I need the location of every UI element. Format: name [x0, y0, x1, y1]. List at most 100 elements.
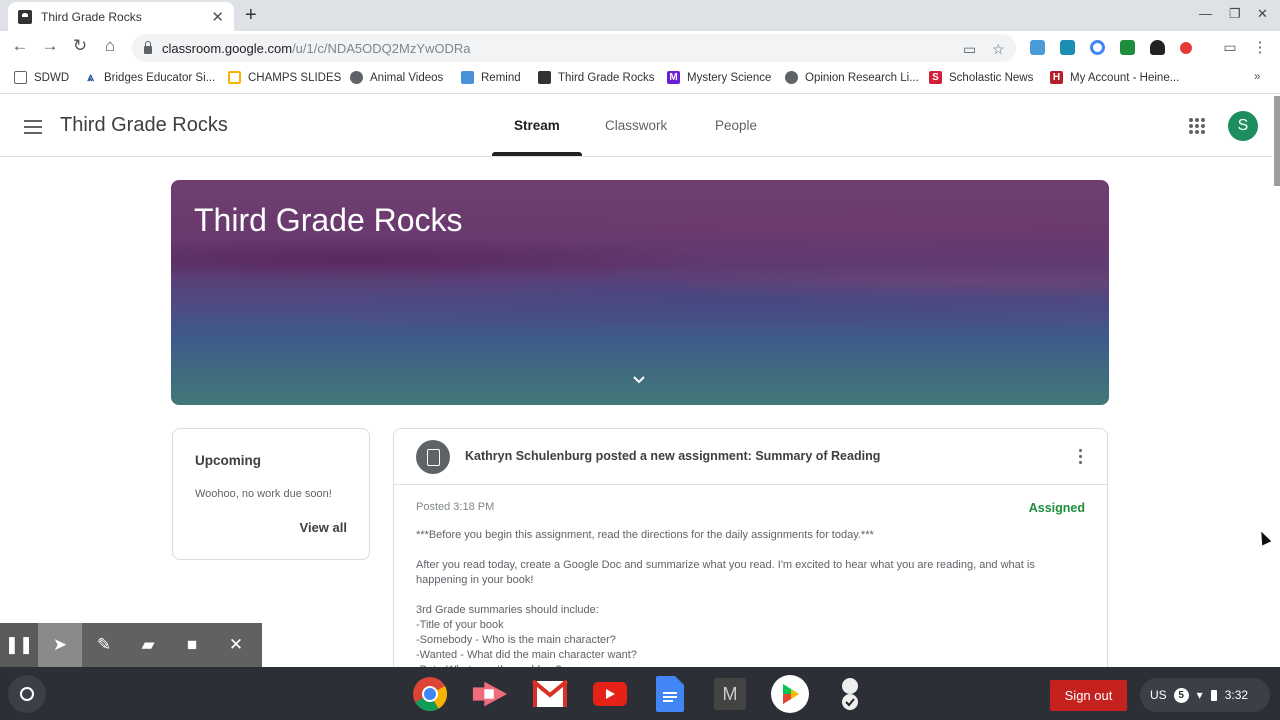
youtube-app-icon[interactable] — [591, 675, 629, 713]
play-store-app-icon[interactable] — [771, 675, 809, 713]
classroom-favicon-icon — [18, 9, 32, 24]
battery-icon — [1210, 689, 1217, 701]
extension-screencastify-icon[interactable] — [1060, 40, 1075, 55]
wifi-icon: ▾ — [1196, 688, 1203, 702]
gmail-app-icon[interactable] — [531, 675, 569, 713]
chrome-app-icon[interactable] — [411, 675, 449, 713]
camera-icon[interactable]: ■ — [170, 623, 214, 667]
home-icon[interactable]: ⌂ — [99, 36, 121, 56]
pen-icon[interactable]: ✎ — [82, 623, 126, 667]
pause-icon[interactable]: ❚❚ — [0, 623, 38, 667]
class-title[interactable]: Third Grade Rocks — [60, 114, 228, 137]
notification-count-badge: 5 — [1173, 687, 1189, 703]
browser-toolbar: ← → ↻ ⌂ classroom.google.com /u/1/c/NDA5… — [0, 31, 1280, 65]
minimize-icon[interactable]: — — [1199, 6, 1212, 21]
url-host: classroom.google.com — [162, 40, 293, 56]
site-info-icon[interactable]: ▭ — [963, 41, 976, 58]
close-window-icon[interactable]: ✕ — [1257, 6, 1268, 22]
screen-record-toolbar: ❚❚ ➤ ✎ ▰ ■ ✕ — [0, 623, 262, 667]
menu-kebab-icon[interactable]: ⋮ — [1249, 38, 1271, 56]
globe-icon — [350, 71, 363, 84]
page-scrollbar[interactable] — [1274, 96, 1280, 186]
pointer-icon[interactable]: ➤ — [38, 623, 82, 667]
assignment-icon — [416, 440, 450, 474]
post-header[interactable]: Kathryn Schulenburg posted a new assignm… — [394, 429, 1107, 485]
tab-title: Third Grade Rocks — [41, 9, 142, 24]
upcoming-card: Upcoming Woohoo, no work due soon! View … — [172, 428, 370, 560]
bookmark-item[interactable]: Third Grade Rocks — [538, 71, 655, 84]
remind-icon — [461, 71, 474, 84]
classroom-header: Third Grade Rocks Stream Classwork Peopl… — [0, 96, 1272, 157]
heinemann-icon: H — [1050, 71, 1063, 84]
close-toolbar-icon[interactable]: ✕ — [214, 623, 258, 667]
post-body: ***Before you begin this assignment, rea… — [416, 529, 1035, 676]
mystery-science-icon: M — [667, 71, 680, 84]
restore-icon[interactable]: ❐ — [1229, 6, 1241, 22]
posted-time: Posted 3:18 PM — [416, 501, 495, 513]
bookmark-item[interactable]: SDWD — [14, 71, 69, 84]
extension-record-icon[interactable] — [1180, 42, 1192, 54]
cast-icon[interactable]: ▭ — [1219, 39, 1241, 56]
assignment-status: Assigned — [1028, 501, 1085, 515]
os-shelf: M Sign out US 5 ▾ 3:32 — [0, 667, 1280, 720]
securly-app-icon[interactable] — [831, 675, 869, 713]
docs-app-icon[interactable] — [651, 675, 689, 713]
bookmarks-bar: SDWD ⩓ Bridges Educator Si... CHAMPS SLID… — [0, 65, 1280, 94]
bookmark-item[interactable]: CHAMPS SLIDES — [228, 71, 341, 84]
classroom-icon — [538, 71, 551, 84]
upcoming-text: Woohoo, no work due soon! — [195, 488, 332, 500]
bookmark-item[interactable]: Remind — [461, 71, 521, 84]
banner-title: Third Grade Rocks — [194, 202, 463, 238]
mouse-cursor-icon — [1256, 529, 1272, 546]
account-avatar[interactable]: S — [1228, 111, 1258, 141]
post-title[interactable]: Kathryn Schulenburg posted a new assignm… — [465, 449, 880, 463]
bookmark-star-icon[interactable]: ☆ — [992, 41, 1005, 58]
tab-stream[interactable]: Stream — [514, 118, 560, 133]
new-tab-icon[interactable]: + — [245, 4, 257, 27]
forward-icon[interactable]: → — [39, 36, 61, 56]
bookmark-item[interactable]: M Mystery Science — [667, 71, 771, 84]
mystery-app-icon[interactable]: M — [711, 675, 749, 713]
bookmark-item[interactable]: Opinion Research Li... — [785, 71, 919, 84]
screencastify-app-icon[interactable] — [471, 675, 509, 713]
bridges-icon: ⩓ — [87, 70, 94, 84]
lock-icon — [144, 41, 152, 54]
close-tab-icon[interactable]: ✕ — [211, 8, 224, 26]
browser-tab[interactable]: Third Grade Rocks ✕ — [8, 2, 234, 31]
globe-icon — [785, 71, 798, 84]
system-tray[interactable]: US 5 ▾ 3:32 — [1140, 678, 1270, 712]
class-banner: Third Grade Rocks — [171, 180, 1109, 405]
back-icon[interactable]: ← — [9, 36, 31, 56]
highlighter-icon[interactable]: ▰ — [126, 623, 170, 667]
extension-compass-icon[interactable] — [1090, 40, 1105, 55]
extension-classroom-icon[interactable] — [1120, 40, 1135, 55]
extension-read-aloud-icon[interactable] — [1030, 40, 1045, 55]
assignment-post: Kathryn Schulenburg posted a new assignm… — [393, 428, 1108, 688]
tab-classwork[interactable]: Classwork — [605, 118, 667, 133]
address-bar[interactable]: classroom.google.com /u/1/c/NDA5ODQ2MzYw… — [132, 34, 1016, 62]
google-apps-icon[interactable] — [1189, 118, 1205, 134]
view-all-link[interactable]: View all — [300, 520, 347, 535]
main-menu-icon[interactable] — [24, 120, 42, 138]
scholastic-icon: S — [929, 71, 942, 84]
upcoming-title: Upcoming — [195, 453, 261, 468]
clock: 3:32 — [1224, 688, 1249, 702]
bookmark-item[interactable]: Animal Videos — [350, 71, 443, 84]
browser-tab-strip: Third Grade Rocks ✕ + — ❐ ✕ — [0, 0, 1280, 31]
active-tab-indicator — [492, 152, 582, 156]
folder-icon — [14, 71, 27, 84]
tab-people[interactable]: People — [715, 118, 757, 133]
bookmark-item[interactable]: ⩓ Bridges Educator Si... — [84, 71, 215, 84]
extension-securly-icon[interactable] — [1150, 40, 1165, 55]
url-path: /u/1/c/NDA5ODQ2MzYwODRa — [292, 40, 471, 56]
bookmark-item[interactable]: S Scholastic News — [929, 71, 1033, 84]
bookmark-item[interactable]: H My Account - Heine... — [1050, 71, 1179, 84]
ime-indicator: US — [1150, 688, 1167, 702]
launcher-icon[interactable] — [8, 675, 46, 713]
expand-chevron-icon[interactable] — [633, 374, 645, 386]
more-bookmarks-icon[interactable]: » — [1254, 71, 1260, 83]
post-options-icon[interactable] — [1079, 449, 1083, 467]
slides-icon — [228, 71, 241, 84]
sign-out-button[interactable]: Sign out — [1050, 680, 1127, 711]
reload-icon[interactable]: ↻ — [69, 36, 91, 56]
